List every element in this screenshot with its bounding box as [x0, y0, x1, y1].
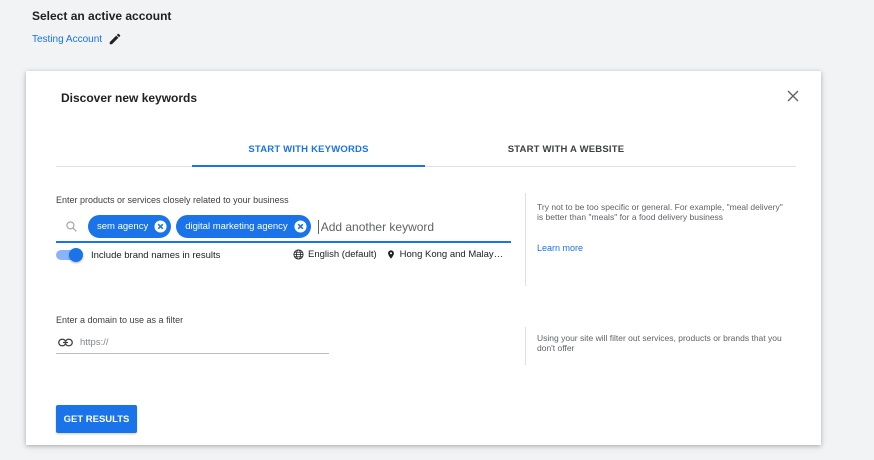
keyword-input-row[interactable]: sem agency digital marketing agency	[56, 212, 511, 243]
search-icon	[65, 220, 78, 233]
learn-more-link[interactable]: Learn more	[537, 243, 583, 253]
keyword-chip: digital marketing agency	[176, 215, 311, 238]
keyword-chip-label: sem agency	[97, 221, 149, 232]
language-label: English (default)	[308, 249, 377, 260]
toggle-thumb	[69, 248, 83, 262]
domain-hint: Using your site will filter out services…	[537, 333, 782, 353]
close-icon[interactable]	[787, 89, 799, 107]
account-name-link[interactable]: Testing Account	[32, 34, 102, 45]
brand-names-label: Include brand names in results	[91, 249, 221, 261]
tab-start-with-keywords[interactable]: START WITH KEYWORDS	[192, 133, 425, 167]
section-divider	[525, 327, 526, 365]
domain-label: Enter a domain to use as a filter	[56, 315, 184, 325]
page-header: Select an active account Testing Account	[32, 9, 171, 46]
add-keyword-input[interactable]	[318, 219, 451, 234]
location-label: Hong Kong and Malay…	[399, 249, 504, 260]
section-divider	[525, 193, 526, 286]
globe-icon	[293, 249, 304, 260]
language-selector[interactable]: English (default)	[293, 249, 377, 260]
brand-names-toggle[interactable]	[56, 248, 83, 262]
domain-input-row	[56, 331, 329, 354]
keywords-hint: Try not to be too specific or general. F…	[537, 202, 783, 222]
page-title: Select an active account	[32, 9, 172, 23]
remove-chip-icon[interactable]	[294, 220, 307, 233]
pencil-icon[interactable]	[108, 32, 122, 46]
location-selector[interactable]: Hong Kong and Malay…	[386, 249, 504, 260]
domain-input[interactable]	[80, 336, 300, 348]
tab-start-with-website[interactable]: START WITH A WEBSITE	[456, 133, 676, 166]
remove-chip-icon[interactable]	[154, 220, 167, 233]
get-results-button[interactable]: GET RESULTS	[56, 405, 137, 433]
link-icon	[58, 338, 73, 347]
discover-keywords-dialog: Discover new keywords START WITH KEYWORD…	[26, 71, 821, 445]
dialog-title: Discover new keywords	[61, 91, 198, 105]
keyword-chip-label: digital marketing agency	[185, 221, 288, 232]
account-selector: Testing Account	[32, 32, 171, 46]
brand-names-toggle-row: Include brand names in results	[56, 248, 220, 262]
location-pin-icon	[387, 250, 394, 259]
keyword-chip: sem agency	[88, 215, 172, 238]
keywords-label: Enter products or services closely relat…	[56, 195, 289, 205]
targeting-settings: English (default) Hong Kong and Malay…	[293, 249, 503, 260]
tab-bar: START WITH KEYWORDS START WITH A WEBSITE	[56, 133, 796, 167]
